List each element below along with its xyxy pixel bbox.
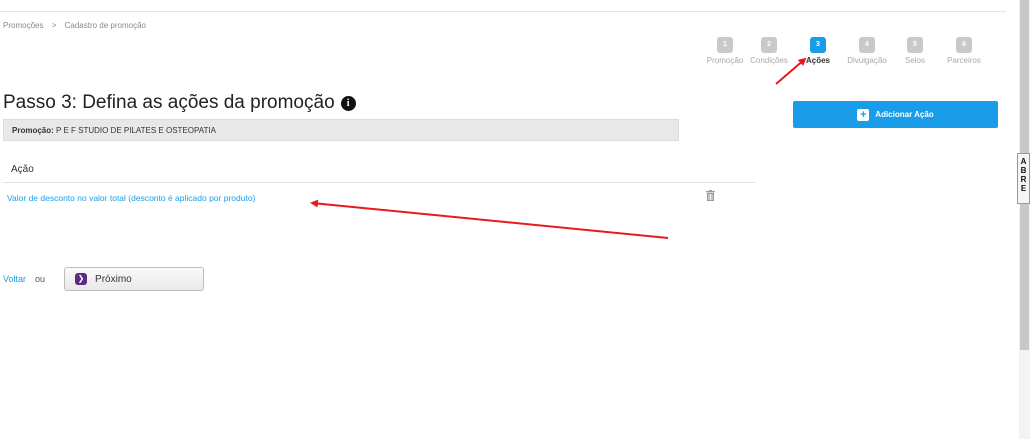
- annotation-arrow-to-step: [775, 57, 807, 85]
- annotation-arrow-to-action: [310, 199, 669, 239]
- annotation-arrows: [310, 57, 807, 239]
